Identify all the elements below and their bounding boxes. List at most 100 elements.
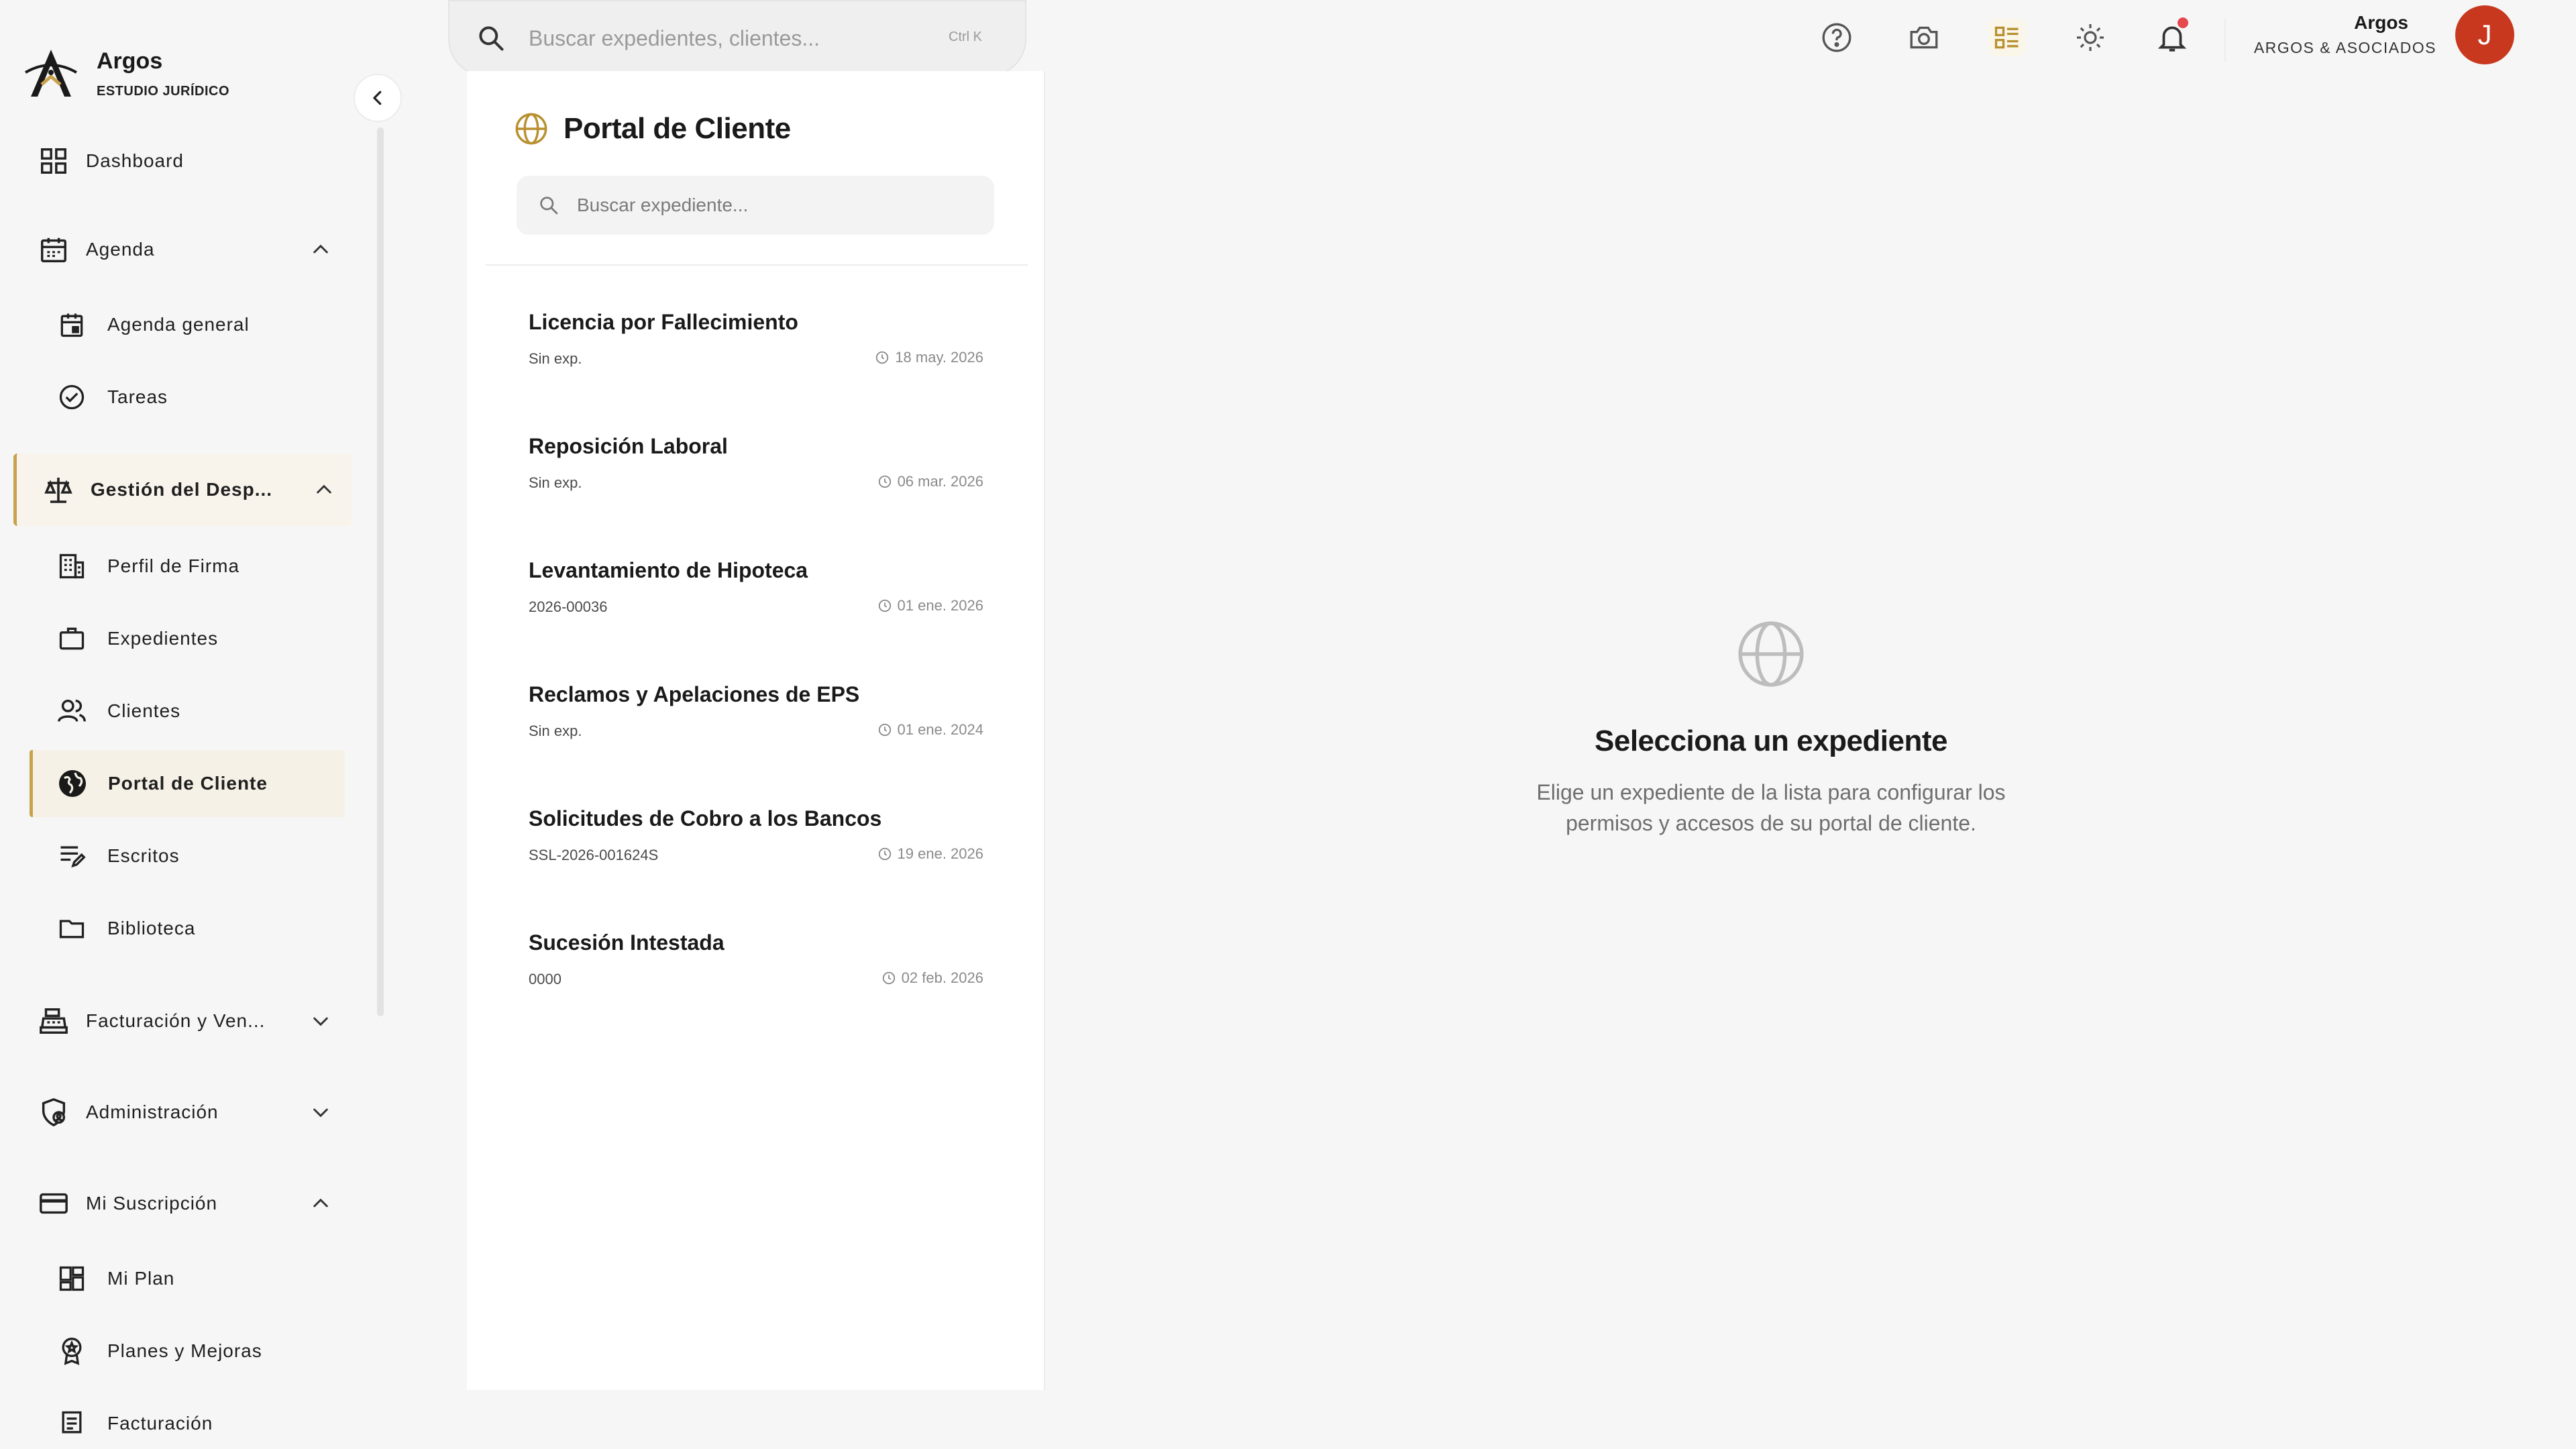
sidebar-item-expedientes[interactable]: Expedientes (30, 605, 218, 672)
shield-user-icon (36, 1095, 71, 1130)
sidebar-item-portal-cliente[interactable]: Portal de Cliente (30, 750, 345, 817)
chevron-up-icon (313, 1198, 328, 1208)
collapse-sidebar-button[interactable] (354, 74, 402, 122)
sidebar-item-label: Biblioteca (107, 918, 196, 938)
global-search-bar[interactable]: Ctrl K (448, 0, 1026, 76)
clock-icon (878, 723, 891, 737)
case-title: Reposición Laboral (529, 434, 728, 458)
sidebar-item-label: Facturación y Ven... (86, 1010, 266, 1031)
case-list-item[interactable]: Reclamos y Apelaciones de EPS Sin exp. 0… (467, 647, 1045, 772)
sidebar-item-biblioteca[interactable]: Biblioteca (30, 895, 195, 962)
sidebar-item-gestion-despacho[interactable]: Gestión del Desp... (13, 453, 352, 526)
sidebar-scrollbar[interactable] (377, 127, 384, 1016)
brand-subtitle: ESTUDIO JURÍDICO (97, 84, 230, 99)
divider (486, 264, 1028, 266)
sidebar-item-label: Clientes (107, 700, 181, 721)
brand[interactable]: Argos ESTUDIO JURÍDICO (23, 46, 229, 102)
building-icon (55, 549, 89, 583)
notification-badge (2178, 17, 2188, 28)
camera-button[interactable] (1905, 19, 1943, 56)
sidebar-item-tareas[interactable]: Tareas (30, 364, 168, 431)
avatar[interactable]: J (2455, 5, 2514, 64)
case-date-text: 18 may. 2026 (895, 349, 983, 366)
sidebar-item-planes-mejoras[interactable]: Planes y Mejoras (30, 1318, 262, 1385)
folder-icon (55, 912, 89, 945)
dashboard-icon (36, 144, 71, 178)
case-date: 01 ene. 2026 (877, 597, 983, 614)
case-list-item[interactable]: Licencia por Fallecimiento Sin exp. 18 m… (467, 275, 1045, 400)
case-date-text: 02 feb. 2026 (901, 969, 983, 986)
case-list-item[interactable]: Reposición Laboral Sin exp. 06 mar. 2026 (467, 399, 1045, 524)
globe-icon (1738, 621, 1804, 687)
award-icon (55, 1334, 89, 1368)
chevron-down-icon (313, 1108, 328, 1118)
calendar-icon (36, 232, 71, 267)
receipt-icon (55, 1407, 89, 1440)
case-search-input[interactable] (577, 195, 953, 216)
case-title: Reclamos y Apelaciones de EPS (529, 682, 860, 706)
check-circle-icon (55, 380, 89, 414)
sidebar-item-dashboard[interactable]: Dashboard (13, 125, 184, 197)
case-list-item[interactable]: Sucesión Intestada 0000 02 feb. 2026 (467, 896, 1045, 1020)
sidebar-item-label: Mi Suscripción (86, 1193, 218, 1214)
case-title: Licencia por Fallecimiento (529, 310, 798, 334)
sidebar: Argos ESTUDIO JURÍDICO Dashboard Agenda … (0, 0, 402, 1449)
chevron-up-icon (313, 244, 328, 254)
clock-icon (876, 351, 889, 364)
case-list-item[interactable]: Levantamiento de Hipoteca 2026-00036 01 … (467, 523, 1045, 648)
clock-icon (878, 847, 891, 861)
sidebar-item-agenda[interactable]: Agenda (13, 213, 349, 286)
case-date: 02 feb. 2026 (881, 969, 983, 987)
sidebar-item-label: Portal de Cliente (108, 773, 268, 794)
case-number: Sin exp. (529, 722, 582, 739)
sidebar-item-facturacion-ventas[interactable]: Facturación y Ven... (13, 985, 349, 1057)
sidebar-item-label: Planes y Mejoras (107, 1340, 262, 1361)
briefcase-icon (55, 622, 89, 655)
case-number: Sin exp. (529, 474, 582, 491)
sidebar-item-administracion[interactable]: Administración (13, 1076, 349, 1148)
sidebar-item-label: Perfil de Firma (107, 555, 240, 576)
help-icon (1822, 23, 1851, 52)
case-title: Sucesión Intestada (529, 930, 724, 955)
theme-toggle-button[interactable] (2072, 19, 2109, 56)
case-number: 2026-00036 (529, 598, 608, 615)
topbar-divider (2224, 19, 2226, 62)
case-list-item[interactable]: Solicitudes de Cobro a los Bancos SSL-20… (467, 771, 1045, 896)
sidebar-item-label: Mi Plan (107, 1268, 175, 1289)
case-title: Solicitudes de Cobro a los Bancos (529, 806, 882, 830)
cash-register-icon (36, 1004, 71, 1038)
empty-state: Selecciona un expediente Elige un expedi… (1409, 617, 2133, 839)
notifications-button[interactable] (2153, 17, 2191, 56)
sidebar-item-label: Agenda (86, 239, 155, 260)
case-date-text: 19 ene. 2026 (897, 845, 983, 862)
edit-note-icon (55, 839, 89, 873)
sidebar-item-facturacion[interactable]: Facturación (30, 1390, 213, 1449)
page-title: Portal de Cliente (514, 111, 791, 146)
case-date: 06 mar. 2026 (877, 473, 983, 490)
case-number: 0000 (529, 971, 561, 987)
sidebar-item-agenda-general[interactable]: Agenda general (30, 291, 250, 358)
sidebar-item-label: Administración (86, 1102, 219, 1122)
search-shortcut-hint: Ctrl K (949, 30, 982, 44)
argos-logo (24, 50, 78, 97)
sidebar-item-escritos[interactable]: Escritos (30, 822, 180, 890)
sidebar-item-perfil-firma[interactable]: Perfil de Firma (30, 533, 239, 600)
case-search-box[interactable] (517, 176, 994, 235)
user-name: Argos (2354, 12, 2408, 33)
help-button[interactable] (1818, 19, 1856, 56)
case-number: Sin exp. (529, 350, 582, 367)
sidebar-item-mi-plan[interactable]: Mi Plan (30, 1245, 174, 1312)
sidebar-item-clientes[interactable]: Clientes (30, 678, 180, 745)
globe-icon (515, 113, 547, 145)
layout-toggle-button[interactable] (1988, 19, 2026, 56)
globe-filled-icon (56, 767, 89, 800)
sun-icon (2077, 24, 2104, 51)
list-layout-icon (1994, 26, 2019, 49)
user-organization: ARGOS & ASOCIADOS (2253, 39, 2436, 56)
sidebar-item-label: Tareas (107, 386, 168, 407)
sidebar-item-mi-suscripcion[interactable]: Mi Suscripción (13, 1167, 349, 1240)
sidebar-item-label: Dashboard (86, 150, 184, 171)
portal-case-list-panel: Portal de Cliente Licencia por Fallecimi… (467, 71, 1045, 1390)
case-date: 18 may. 2026 (875, 349, 983, 366)
global-search-input[interactable] (529, 25, 931, 51)
